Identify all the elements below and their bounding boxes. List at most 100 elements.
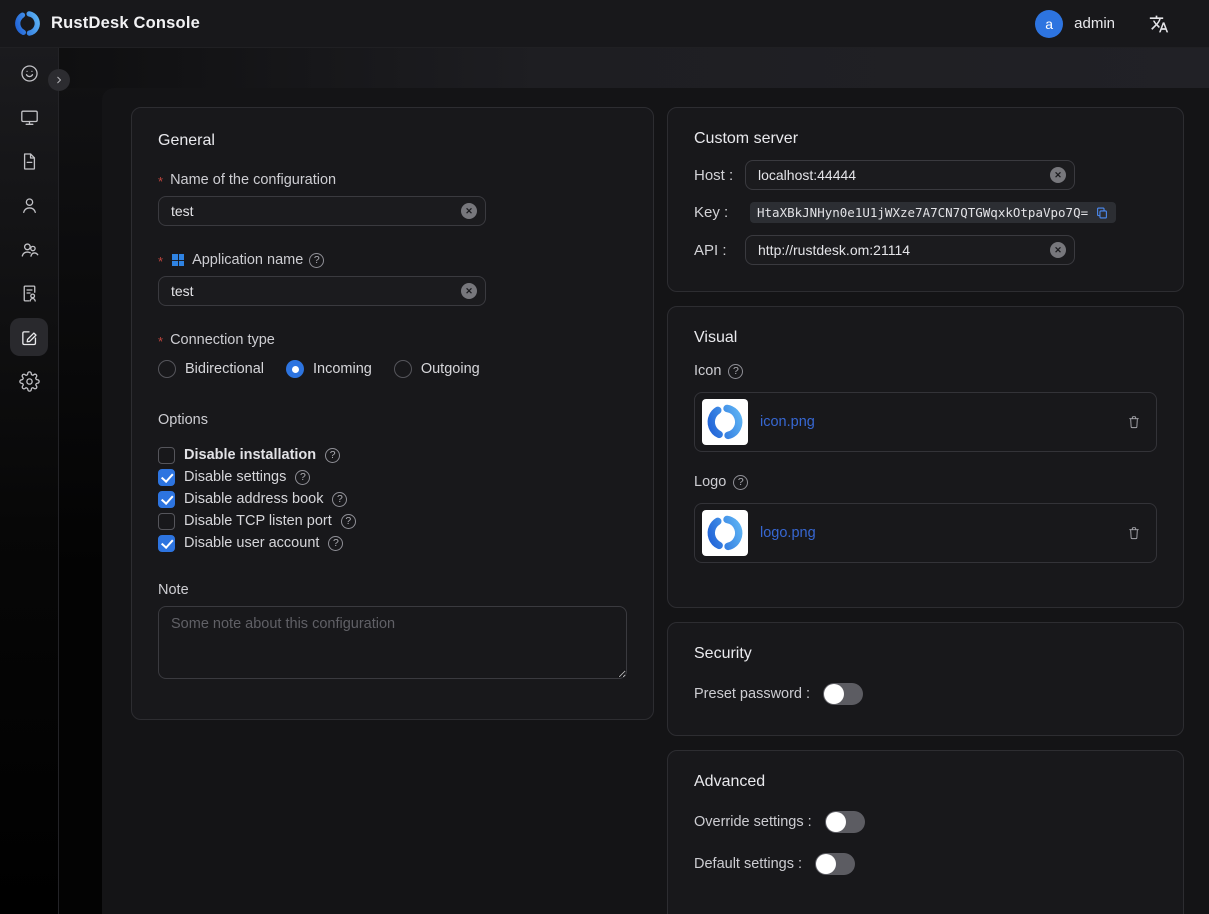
host-input[interactable] [745,160,1075,190]
api-input[interactable] [745,235,1075,265]
icon-upload-box: icon.png [694,392,1157,452]
users-icon [19,239,40,260]
help-icon[interactable]: ? [295,470,310,485]
card-general: General * Name of the configuration ✕ * … [131,107,654,720]
icon-thumbnail [702,399,748,445]
rustdesk-logo-icon [14,10,41,37]
sidebar-item-custom-client[interactable] [10,318,48,356]
settings-icon [19,371,40,392]
logo-label: Logo ? [694,474,1157,490]
user-menu[interactable]: a admin [1035,10,1115,38]
custom-server-title: Custom server [694,130,1157,148]
content-columns: General * Name of the configuration ✕ * … [102,88,1209,914]
host-row: Host : ✕ [694,160,1157,190]
api-row: API : ✕ [694,235,1157,265]
icon-label: Icon ? [694,363,1157,379]
checkbox-disable-settings[interactable]: Disable settings ? [158,466,627,488]
key-label: Key : [694,204,745,221]
radio-icon [394,360,412,378]
preset-password-label: Preset password : [694,686,810,702]
app-name-input-wrap: ✕ [158,276,486,306]
default-settings-row: Default settings : [694,853,1157,875]
sidebar-item-audit[interactable] [10,274,48,312]
required-asterisk: * [158,174,163,189]
radio-bidirectional[interactable]: Bidirectional [158,360,264,378]
sidebar-item-users[interactable] [10,186,48,224]
visual-title: Visual [694,329,1157,347]
copy-icon[interactable] [1095,206,1109,220]
security-title: Security [694,645,1157,663]
name-input[interactable] [158,196,486,226]
checkbox-icon [158,535,175,552]
app-name-label: * Application name ? [158,252,627,268]
clear-icon[interactable]: ✕ [461,283,477,299]
advanced-title: Advanced [694,773,1157,791]
connection-type-radios: Bidirectional Incoming Outgoing [158,360,627,378]
logo-file-link[interactable]: logo.png [760,525,816,541]
options-list: Disable installation ? Disable settings … [158,444,627,554]
note-textarea[interactable] [158,606,627,679]
trash-icon[interactable] [1126,525,1142,541]
header-right: a admin [1035,10,1195,38]
help-icon[interactable]: ? [733,475,748,490]
checkbox-icon [158,491,175,508]
checkbox-disable-address-book[interactable]: Disable address book ? [158,488,627,510]
app-header: RustDesk Console a admin [0,0,1209,48]
radio-icon [158,360,176,378]
sidebar-item-dashboard[interactable] [10,54,48,92]
translate-icon[interactable] [1149,14,1169,34]
user-icon [19,195,40,216]
sidebar-item-logs[interactable] [10,142,48,180]
checkbox-disable-user-account[interactable]: Disable user account ? [158,532,627,554]
radio-incoming[interactable]: Incoming [286,360,372,378]
page-background: General * Name of the configuration ✕ * … [0,48,1209,914]
name-label: * Name of the configuration [158,172,627,188]
help-icon[interactable]: ? [328,536,343,551]
trash-icon[interactable] [1126,414,1142,430]
checkbox-icon [158,469,175,486]
help-icon[interactable]: ? [728,364,743,379]
api-input-wrap: ✕ [745,235,1075,265]
username: admin [1074,15,1115,32]
help-icon[interactable]: ? [332,492,347,507]
main-panel: General * Name of the configuration ✕ * … [102,88,1209,914]
clear-icon[interactable]: ✕ [1050,167,1066,183]
help-icon[interactable]: ? [341,514,356,529]
radio-outgoing[interactable]: Outgoing [394,360,480,378]
checkbox-disable-installation[interactable]: Disable installation ? [158,444,627,466]
general-title: General [158,132,627,150]
sidebar-item-settings[interactable] [10,362,48,400]
name-input-wrap: ✕ [158,196,486,226]
sidebar-collapse-button[interactable] [48,69,70,91]
required-asterisk: * [158,334,163,349]
avatar[interactable]: a [1035,10,1063,38]
clear-icon[interactable]: ✕ [1050,242,1066,258]
app-name-input[interactable] [158,276,486,306]
override-settings-label: Override settings : [694,814,812,830]
note-label: Note [158,582,627,598]
api-label: API : [694,242,745,259]
document-icon [19,151,40,172]
icon-file-link[interactable]: icon.png [760,414,815,430]
rustdesk-logo-icon [706,514,744,552]
windows-icon [170,252,186,268]
card-security: Security Preset password : [667,622,1184,736]
preset-password-toggle[interactable] [823,683,863,705]
checkbox-disable-tcp-listen-port[interactable]: Disable TCP listen port ? [158,510,627,532]
monitor-icon [19,107,40,128]
options-label: Options [158,412,627,428]
override-settings-toggle[interactable] [825,811,865,833]
required-asterisk: * [158,254,163,269]
checkbox-icon [158,513,175,530]
edit-icon [19,327,40,348]
default-settings-toggle[interactable] [815,853,855,875]
card-custom-server: Custom server Host : ✕ Key : HtaXBkJNHyn… [667,107,1184,292]
radio-icon [286,360,304,378]
sidebar-item-devices[interactable] [10,98,48,136]
sidebar-item-groups[interactable] [10,230,48,268]
help-icon[interactable]: ? [309,253,324,268]
clear-icon[interactable]: ✕ [461,203,477,219]
help-icon[interactable]: ? [325,448,340,463]
card-advanced: Advanced Override settings : Default set… [667,750,1184,914]
override-settings-row: Override settings : [694,811,1157,833]
